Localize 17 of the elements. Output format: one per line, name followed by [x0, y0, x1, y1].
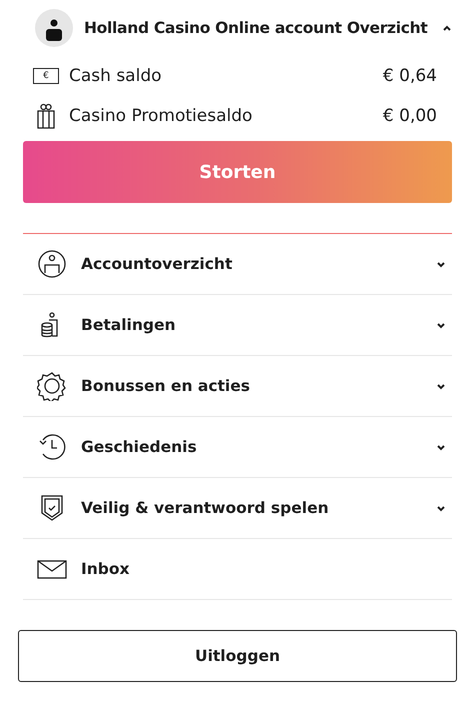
balance-label: Casino Promotiesaldo [69, 106, 254, 126]
badge-icon [37, 371, 67, 401]
account-title: Holland Casino Online account Overzicht [84, 19, 429, 37]
menu-item[interactable]: Veilig & verantwoord spelen [23, 478, 452, 539]
avatar-icon [35, 9, 73, 47]
menu-item[interactable]: Betalingen [23, 295, 452, 356]
banknote-icon: € [33, 68, 59, 84]
balance-amount: € 0,64 [382, 66, 437, 86]
logout-button[interactable]: Uitloggen [18, 630, 457, 682]
menu-item[interactable]: Inbox [23, 539, 452, 600]
menu-item[interactable]: Geschiedenis [23, 417, 452, 478]
menu-item[interactable]: Accountoverzicht [23, 234, 452, 295]
menu-item[interactable]: Bonussen en acties [23, 356, 452, 417]
person-icon [37, 249, 67, 279]
balance-label: Cash saldo [69, 66, 163, 86]
balance-amount: € 0,00 [382, 106, 437, 126]
history-icon [37, 432, 67, 462]
